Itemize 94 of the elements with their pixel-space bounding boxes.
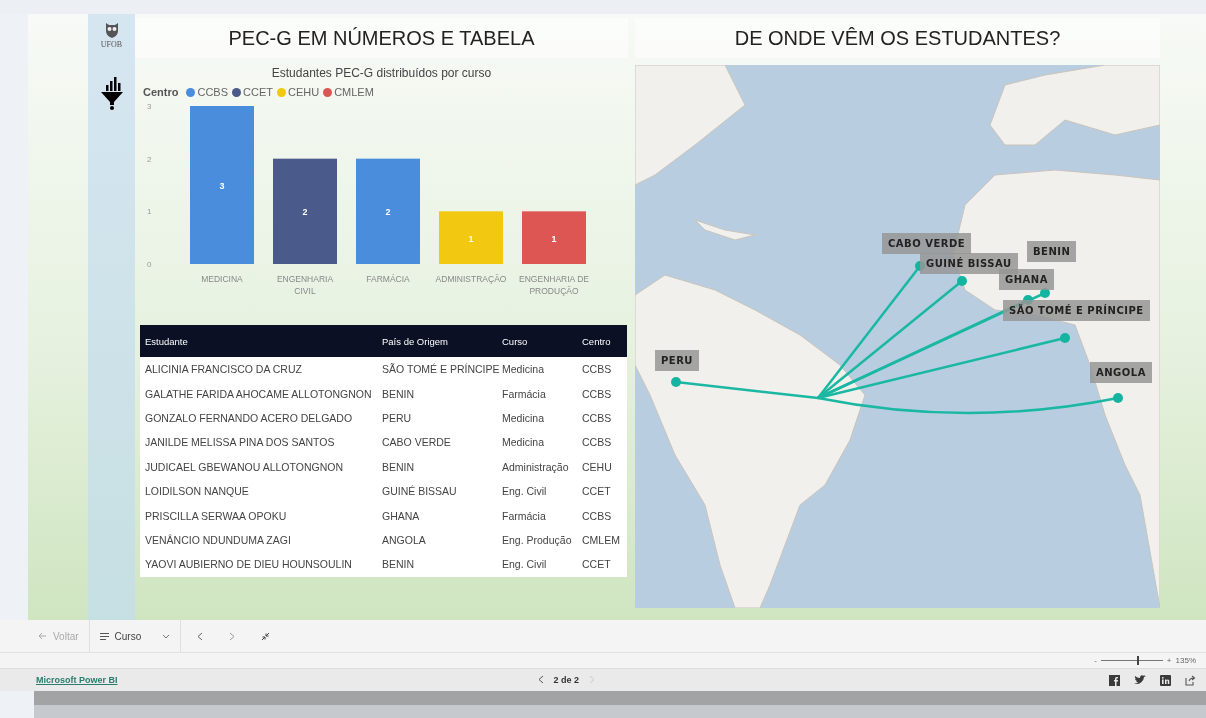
table-cell: CCBS [577, 405, 627, 431]
category-label: ENGENHARIA DE PRODUÇÃO [519, 274, 589, 296]
location-marker[interactable] [957, 276, 967, 286]
slider-thumb[interactable] [1136, 656, 1139, 665]
table-cell: Eng. Civil [497, 478, 577, 504]
location-marker[interactable] [1060, 333, 1070, 343]
map-label: CABO VERDE [882, 233, 972, 254]
table-cell: CCBS [577, 503, 627, 528]
legend-label: CEHU [287, 86, 320, 98]
table-cell: Farmácia [497, 381, 577, 406]
previous-page-button[interactable] [537, 674, 544, 686]
owl-emblem-icon [103, 22, 120, 40]
table-cell: Medicina [497, 430, 577, 455]
table-cell: GALATHE FARIDA AHOCAME ALLOTONGNON [140, 381, 377, 406]
legend-title: Centro [143, 86, 179, 98]
logo-text: UFOB [100, 40, 123, 49]
collapse-icon[interactable] [260, 631, 270, 641]
table-cell: SÃO TOMÉ E PRÍNCIPE [377, 357, 497, 382]
bookmarks-dropdown[interactable]: Curso [89, 620, 180, 652]
legend-label: CMLEM [334, 86, 374, 98]
table-cell: CCET [577, 552, 627, 577]
page-indicator: 2 de 2 [553, 675, 580, 685]
column-header[interactable]: Curso [497, 325, 577, 357]
map-label: ANGOLA [1090, 362, 1152, 383]
table-cell: VENÂNCIO NDUNDUMA ZAGI [140, 527, 377, 553]
table-cell: CCBS [577, 381, 627, 406]
table-cell: CCBS [577, 357, 627, 382]
column-header[interactable]: Centro [577, 325, 627, 357]
table-cell: YAOVI AUBIERNO DE DIEU HOUNSOULIN [140, 552, 377, 577]
table-cell: LOIDILSON NANQUE [140, 478, 377, 504]
share-icon[interactable] [1185, 674, 1196, 686]
column-header[interactable]: Estudante [140, 325, 377, 357]
legend-label: CCET [243, 86, 273, 98]
y-tick-label: 2 [147, 154, 152, 164]
zoom-in-button[interactable]: + [1166, 656, 1172, 665]
table-cell: ALICINIA FRANCISCO DA CRUZ [140, 357, 377, 382]
category-label: MEDICINA [201, 274, 243, 284]
table-cell: GUINÉ BISSAU [377, 478, 497, 504]
chart-title: Estudantes PEC-G distribuídos por curso [270, 66, 493, 80]
column-header[interactable]: País de Origem [377, 325, 497, 357]
panel-title: PEC-G EM NÚMEROS E TABELA [135, 18, 628, 58]
table-cell: BENIN [377, 552, 497, 577]
category-label: ADMINISTRAÇÃO [435, 274, 507, 284]
location-marker[interactable] [671, 377, 681, 387]
table-cell: Eng. Produção [497, 527, 577, 553]
map-label: PERU [655, 350, 699, 371]
linkedin-icon[interactable] [1160, 674, 1171, 686]
table-cell: CEHU [577, 454, 627, 479]
table-cell: JANILDE MELISSA PINA DOS SANTOS [140, 430, 377, 455]
table-cell: PRISCILLA SERWAA OPOKU [140, 503, 377, 528]
category-label: ENGENHARIA CIVIL [276, 274, 334, 296]
funnel-chart-icon[interactable] [99, 75, 124, 111]
y-tick-label: 0 [147, 260, 152, 269]
table-cell: PERU [377, 405, 497, 431]
arrow-left-icon [38, 632, 47, 640]
map[interactable]: CABO VERDE GUINÉ BISSAU BENIN GHANA SÃO TOMÉ E PRÍNCIPE PERU ANGOLA [635, 65, 1160, 608]
table-cell: Administração [497, 454, 577, 479]
category-label: FARMÁCIA [366, 274, 410, 284]
bird-icon[interactable] [1134, 675, 1146, 685]
table-cell: GONZALO FERNANDO ACERO DELGADO [140, 405, 377, 431]
table-cell: CCET [577, 478, 627, 504]
table-cell: CMLEM [577, 527, 627, 553]
data-label: 1 [551, 233, 557, 244]
table-cell: GHANA [377, 503, 497, 528]
data-label: 3 [219, 181, 225, 191]
table-cell: Eng. Civil [497, 552, 577, 577]
location-marker[interactable] [1113, 393, 1123, 403]
table-cell: CABO VERDE [377, 430, 497, 455]
facebook-icon[interactable] [1109, 674, 1120, 686]
table-cell: Farmácia [497, 503, 577, 528]
table-cell: BENIN [377, 381, 497, 406]
y-tick-label: 3 [147, 102, 152, 111]
data-label: 1 [468, 233, 474, 244]
list-icon [99, 632, 109, 640]
brand-link[interactable]: Microsoft Power BI [36, 675, 118, 685]
table-cell: Medicina [497, 405, 577, 431]
chevron-left-icon[interactable] [196, 631, 203, 641]
table-cell: ANGOLA [377, 527, 497, 553]
chevron-down-icon [161, 633, 170, 639]
y-tick-label: 1 [147, 207, 152, 217]
table-cell: BENIN [377, 454, 497, 479]
legend-label: CCBS [197, 86, 228, 98]
map-label: SÃO TOMÉ E PRÍNCIPE [1003, 300, 1150, 321]
data-label: 2 [385, 207, 391, 218]
table-cell: JUDICAEL GBEWANOU ALLOTONGNON [140, 454, 377, 479]
map-label: GUINÉ BISSAU [920, 253, 1018, 274]
table-cell: CCBS [577, 430, 627, 455]
map-label: GHANA [999, 269, 1054, 290]
zoom-out-button[interactable]: - [1094, 656, 1097, 665]
data-label: 2 [302, 207, 308, 218]
zoom-reading: 135% [1175, 656, 1196, 665]
panel-title: DE ONDE VÊM OS ESTUDANTES? [635, 18, 1160, 58]
chevron-right-icon[interactable] [228, 631, 235, 641]
map-label: BENIN [1027, 241, 1077, 262]
